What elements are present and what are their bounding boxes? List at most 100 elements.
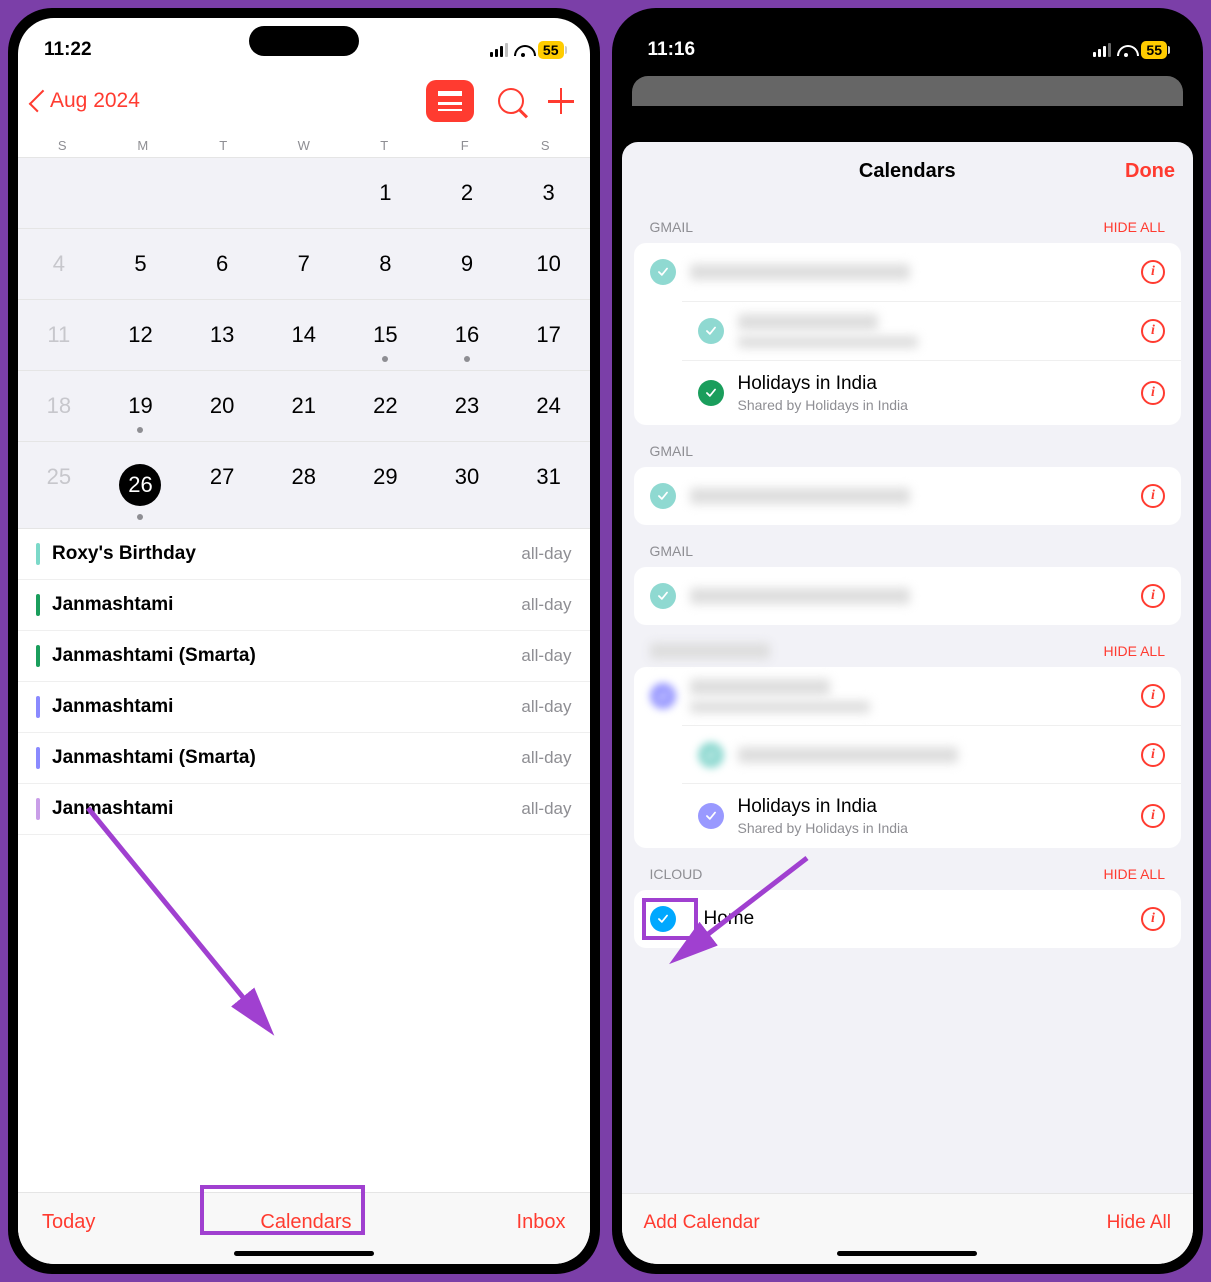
info-button[interactable]: i: [1141, 260, 1165, 284]
info-button[interactable]: i: [1141, 484, 1165, 508]
search-button[interactable]: [498, 88, 524, 114]
info-button[interactable]: i: [1141, 381, 1165, 405]
info-button[interactable]: i: [1141, 804, 1165, 828]
calendar-day[interactable]: 13: [181, 300, 263, 370]
calendar-day[interactable]: 31: [508, 442, 590, 528]
calendar-day[interactable]: 19: [100, 371, 182, 441]
calendar-row[interactable]: Homei: [634, 890, 1182, 948]
calendar-day[interactable]: 8: [345, 229, 427, 299]
info-button[interactable]: i: [1141, 584, 1165, 608]
calendar-day[interactable]: 21: [263, 371, 345, 441]
calendar-name: Home: [704, 908, 1142, 930]
event-row[interactable]: Janmashtami (Smarta)all-day: [18, 733, 590, 784]
calendar-day[interactable]: [263, 158, 345, 228]
info-button[interactable]: i: [1141, 743, 1165, 767]
calendar-row[interactable]: i: [682, 301, 1182, 360]
calendars-button[interactable]: Calendars: [260, 1211, 351, 1234]
hide-all-section-button[interactable]: HIDE ALL: [1104, 643, 1165, 659]
calendar-day[interactable]: 26: [100, 442, 182, 528]
calendar-day[interactable]: 29: [345, 442, 427, 528]
calendar-day[interactable]: 15: [345, 300, 427, 370]
calendar-name: Holidays in IndiaShared by Holidays in I…: [738, 373, 1142, 413]
calendar-row[interactable]: i: [682, 725, 1182, 783]
calendar-day[interactable]: 1: [345, 158, 427, 228]
calendar-row[interactable]: i: [634, 667, 1182, 725]
calendar-day[interactable]: 28: [263, 442, 345, 528]
event-color-bar: [36, 543, 40, 565]
calendar-day[interactable]: 14: [263, 300, 345, 370]
calendar-checkbox[interactable]: [698, 380, 724, 406]
calendar-day[interactable]: [181, 158, 263, 228]
event-color-bar: [36, 696, 40, 718]
annotation-highlight: [642, 898, 698, 940]
calendar-day[interactable]: 11: [18, 300, 100, 370]
info-button[interactable]: i: [1141, 907, 1165, 931]
calendar-day[interactable]: 7: [263, 229, 345, 299]
calendar-row[interactable]: i: [634, 467, 1182, 525]
section-title: GMAIL: [650, 219, 694, 235]
info-button[interactable]: i: [1141, 319, 1165, 343]
section-title: ICLOUD: [650, 866, 703, 882]
event-row[interactable]: Janmashtamiall-day: [18, 784, 590, 835]
calendar-row[interactable]: i: [634, 243, 1182, 301]
wifi-icon: [514, 43, 532, 57]
inbox-button[interactable]: Inbox: [517, 1211, 566, 1234]
calendar-checkbox[interactable]: [650, 259, 676, 285]
home-indicator[interactable]: [837, 1251, 977, 1256]
event-row[interactable]: Janmashtamiall-day: [18, 682, 590, 733]
calendar-day[interactable]: 27: [181, 442, 263, 528]
calendar-day[interactable]: 12: [100, 300, 182, 370]
calendar-day[interactable]: 5: [100, 229, 182, 299]
calendar-checkbox[interactable]: [650, 906, 676, 932]
sheet-toolbar: Add Calendar Hide All: [622, 1193, 1194, 1264]
home-indicator[interactable]: [234, 1251, 374, 1256]
calendar-day[interactable]: 24: [508, 371, 590, 441]
calendar-name: [690, 588, 1142, 604]
calendar-day[interactable]: 10: [508, 229, 590, 299]
calendar-checkbox[interactable]: [650, 583, 676, 609]
done-button[interactable]: Done: [1125, 160, 1175, 183]
calendar-day[interactable]: 18: [18, 371, 100, 441]
calendar-checkbox[interactable]: [698, 803, 724, 829]
calendar-day[interactable]: 30: [426, 442, 508, 528]
calendar-day[interactable]: 22: [345, 371, 427, 441]
calendar-day[interactable]: [18, 158, 100, 228]
add-event-button[interactable]: [548, 88, 574, 114]
calendar-row[interactable]: Holidays in IndiaShared by Holidays in I…: [682, 360, 1182, 425]
calendar-day[interactable]: 2: [426, 158, 508, 228]
calendar-row[interactable]: Holidays in IndiaShared by Holidays in I…: [682, 783, 1182, 848]
section-header: ICLOUD HIDE ALL: [622, 848, 1194, 890]
calendar-checkbox[interactable]: [698, 742, 724, 768]
signal-icon: [1093, 43, 1111, 57]
section-header: GMAIL: [622, 525, 1194, 567]
event-row[interactable]: Janmashtamiall-day: [18, 580, 590, 631]
calendar-checkbox[interactable]: [650, 483, 676, 509]
list-view-button[interactable]: [426, 80, 474, 122]
add-calendar-button[interactable]: Add Calendar: [644, 1212, 760, 1234]
hide-all-section-button[interactable]: HIDE ALL: [1104, 866, 1165, 882]
calendar-day[interactable]: 9: [426, 229, 508, 299]
calendar-row[interactable]: i: [634, 567, 1182, 625]
calendar-day[interactable]: 16: [426, 300, 508, 370]
calendar-checkbox[interactable]: [698, 318, 724, 344]
hide-all-button[interactable]: Hide All: [1107, 1212, 1171, 1234]
info-button[interactable]: i: [1141, 684, 1165, 708]
back-month-button[interactable]: Aug 2024: [34, 89, 140, 113]
signal-icon: [490, 43, 508, 57]
event-color-bar: [36, 747, 40, 769]
calendar-list[interactable]: GMAILHIDE ALLiiHolidays in IndiaShared b…: [622, 201, 1194, 1193]
calendar-day[interactable]: 23: [426, 371, 508, 441]
calendar-day[interactable]: 3: [508, 158, 590, 228]
today-button[interactable]: Today: [42, 1211, 95, 1234]
calendar-day[interactable]: 20: [181, 371, 263, 441]
event-row[interactable]: Roxy's Birthdayall-day: [18, 529, 590, 580]
event-row[interactable]: Janmashtami (Smarta)all-day: [18, 631, 590, 682]
section-header: GMAIL: [622, 425, 1194, 467]
calendar-day[interactable]: 25: [18, 442, 100, 528]
hide-all-section-button[interactable]: HIDE ALL: [1104, 219, 1165, 235]
calendar-day[interactable]: 4: [18, 229, 100, 299]
calendar-day[interactable]: 6: [181, 229, 263, 299]
calendar-day[interactable]: 17: [508, 300, 590, 370]
calendar-day[interactable]: [100, 158, 182, 228]
calendar-checkbox[interactable]: [650, 683, 676, 709]
